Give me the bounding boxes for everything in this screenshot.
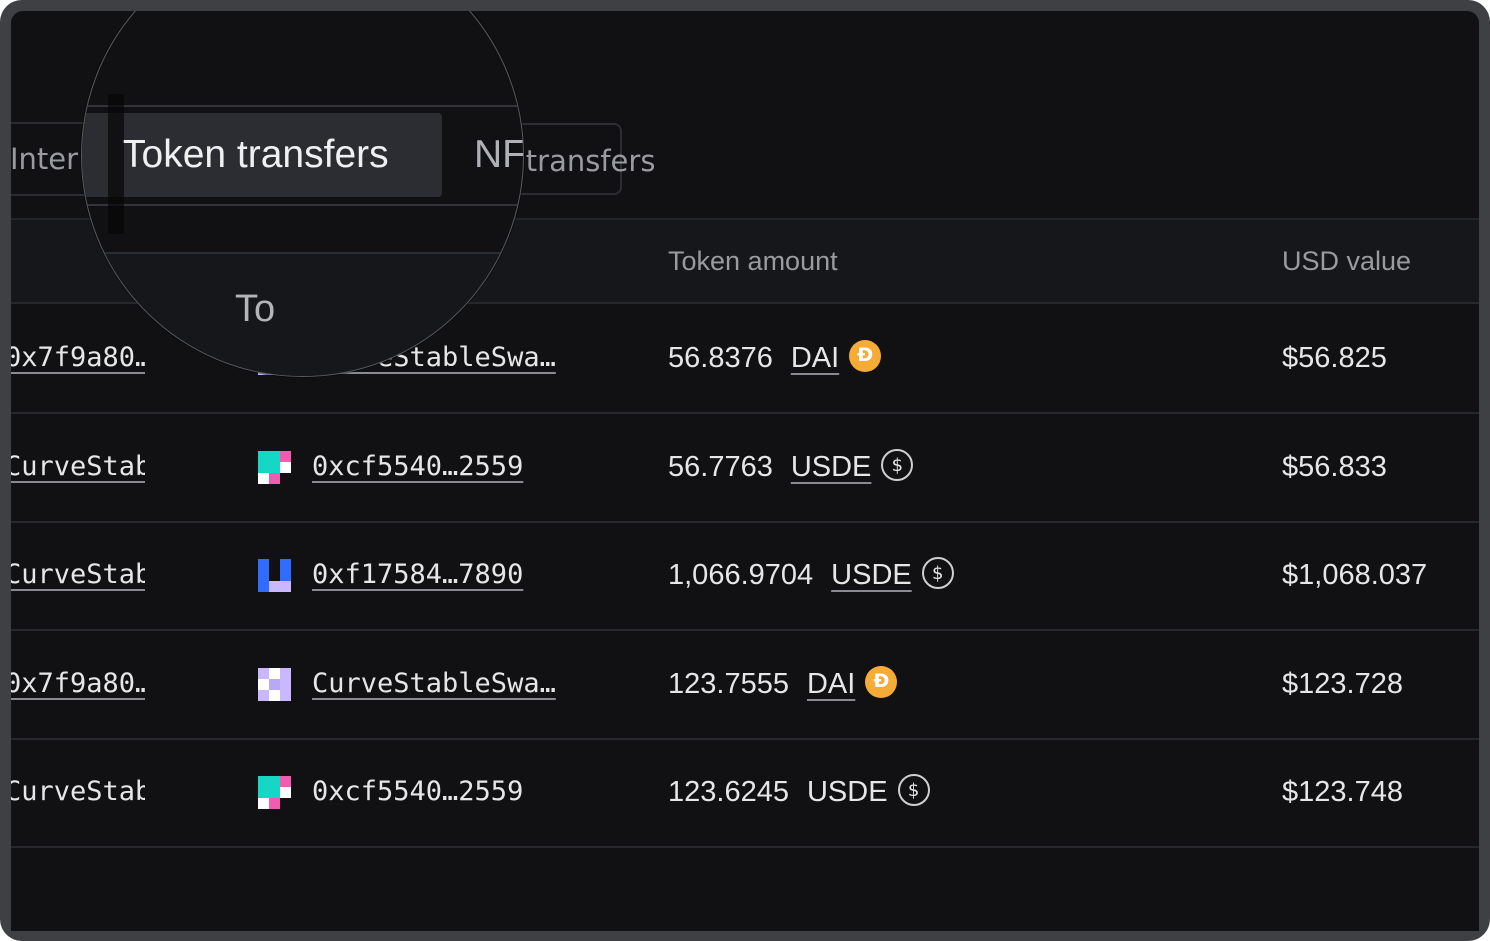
token-amount: 56.7763 USDE $ <box>668 413 914 521</box>
table-row: CurveStableSwa… 0xcf5540…2559 123.6245 US… <box>11 738 1479 848</box>
table-row: 0x7f9a80…8667 CurveStableSwa… 123.7555 DA… <box>11 630 1479 740</box>
table-row: CurveStableSwa… 0xf17584…7890 1,066.9704… <box>11 521 1479 631</box>
from-address[interactable]: CurveStableSwa… <box>11 738 145 846</box>
magnifier-table-header <box>82 252 523 376</box>
token-amount: 123.6245 USDE $ <box>668 738 930 846</box>
tab-token-transfers[interactable]: Token transfers <box>82 113 442 197</box>
device-frame: Internal txns NFT transfers Token amount… <box>0 0 1490 941</box>
dai-icon: Đ <box>865 665 898 698</box>
usd-value: $56.833 <box>1282 450 1387 483</box>
table-row: CurveStableSwa… 0xcf5540…2559 56.7763 USD… <box>11 413 1479 523</box>
from-address[interactable]: 0x7f9a80…8667 <box>11 630 145 738</box>
from-address[interactable]: CurveStableSwa… <box>11 413 145 521</box>
header-usd-value: USD value <box>1282 246 1412 276</box>
token-symbol-link[interactable]: DAI <box>807 668 855 700</box>
magnifier-tab-nft[interactable]: NF <box>474 113 523 197</box>
usd-value: $123.728 <box>1282 667 1403 700</box>
to-address[interactable]: 0xf17584…7890 <box>312 521 523 629</box>
app-screen: Internal txns NFT transfers Token amount… <box>11 11 1479 931</box>
identicon-icon <box>258 667 291 701</box>
amount-value: 123.7555 <box>668 667 789 700</box>
magnifier-shadow <box>108 94 124 234</box>
amount-value: 56.7763 <box>668 450 773 483</box>
to-address-text[interactable]: CurveStableSwa… <box>312 668 556 699</box>
usde-icon: $ <box>881 448 914 481</box>
tab-internal-txns[interactable]: Internal txns <box>11 123 80 195</box>
amount-value: 56.8376 <box>668 342 773 374</box>
identicon-icon <box>258 450 291 484</box>
usde-icon: $ <box>921 557 954 590</box>
from-address-text[interactable]: CurveStableSwa… <box>11 521 145 629</box>
token-symbol-link[interactable]: DAI <box>791 342 839 374</box>
magnifier-content: Token transfers NF To <box>82 12 523 376</box>
magnifier-lens: Token transfers NF To <box>81 11 524 377</box>
to-address-text[interactable]: 0xcf5540…2559 <box>312 451 523 482</box>
from-address-text[interactable]: 0x7f9a80…8667 <box>11 630 145 738</box>
amount-value: 1,066.9704 <box>668 559 814 591</box>
token-amount: 123.7555 DAI Đ <box>668 630 898 738</box>
usde-icon: $ <box>897 774 930 807</box>
usd-value: $123.748 <box>1282 776 1403 808</box>
to-address[interactable]: 0xcf5540…2559 <box>312 738 523 846</box>
from-address-text[interactable]: CurveStableSwa… <box>11 413 145 521</box>
to-address[interactable]: 0xcf5540…2559 <box>312 413 523 521</box>
token-symbol-link[interactable]: USDE <box>791 451 872 483</box>
identicon-icon <box>258 776 291 809</box>
to-address-text[interactable]: 0xcf5540…2559 <box>312 776 523 807</box>
token-symbol-link[interactable]: USDE <box>807 776 888 808</box>
token-amount: 56.8376 DAI Đ <box>668 304 882 412</box>
from-address[interactable]: CurveStableSwa… <box>11 521 145 629</box>
to-address-text[interactable]: 0xf17584…7890 <box>312 559 523 590</box>
dai-icon: Đ <box>849 340 882 373</box>
usd-value: $56.825 <box>1282 342 1387 374</box>
token-symbol-link[interactable]: USDE <box>831 559 912 591</box>
from-address-text[interactable]: CurveStableSwa… <box>11 738 145 846</box>
identicon-icon <box>258 559 291 592</box>
magnifier-tabs-border-bottom <box>82 204 523 206</box>
header-to: To <box>235 288 276 330</box>
amount-value: 123.6245 <box>668 776 789 808</box>
token-amount: 1,066.9704 USDE $ <box>668 521 954 629</box>
usd-value: $1,068.037 <box>1282 559 1428 591</box>
to-address[interactable]: CurveStableSwa… <box>312 630 556 738</box>
header-token-amount: Token amount <box>668 246 838 276</box>
magnifier-tabs-border-top <box>82 105 523 107</box>
